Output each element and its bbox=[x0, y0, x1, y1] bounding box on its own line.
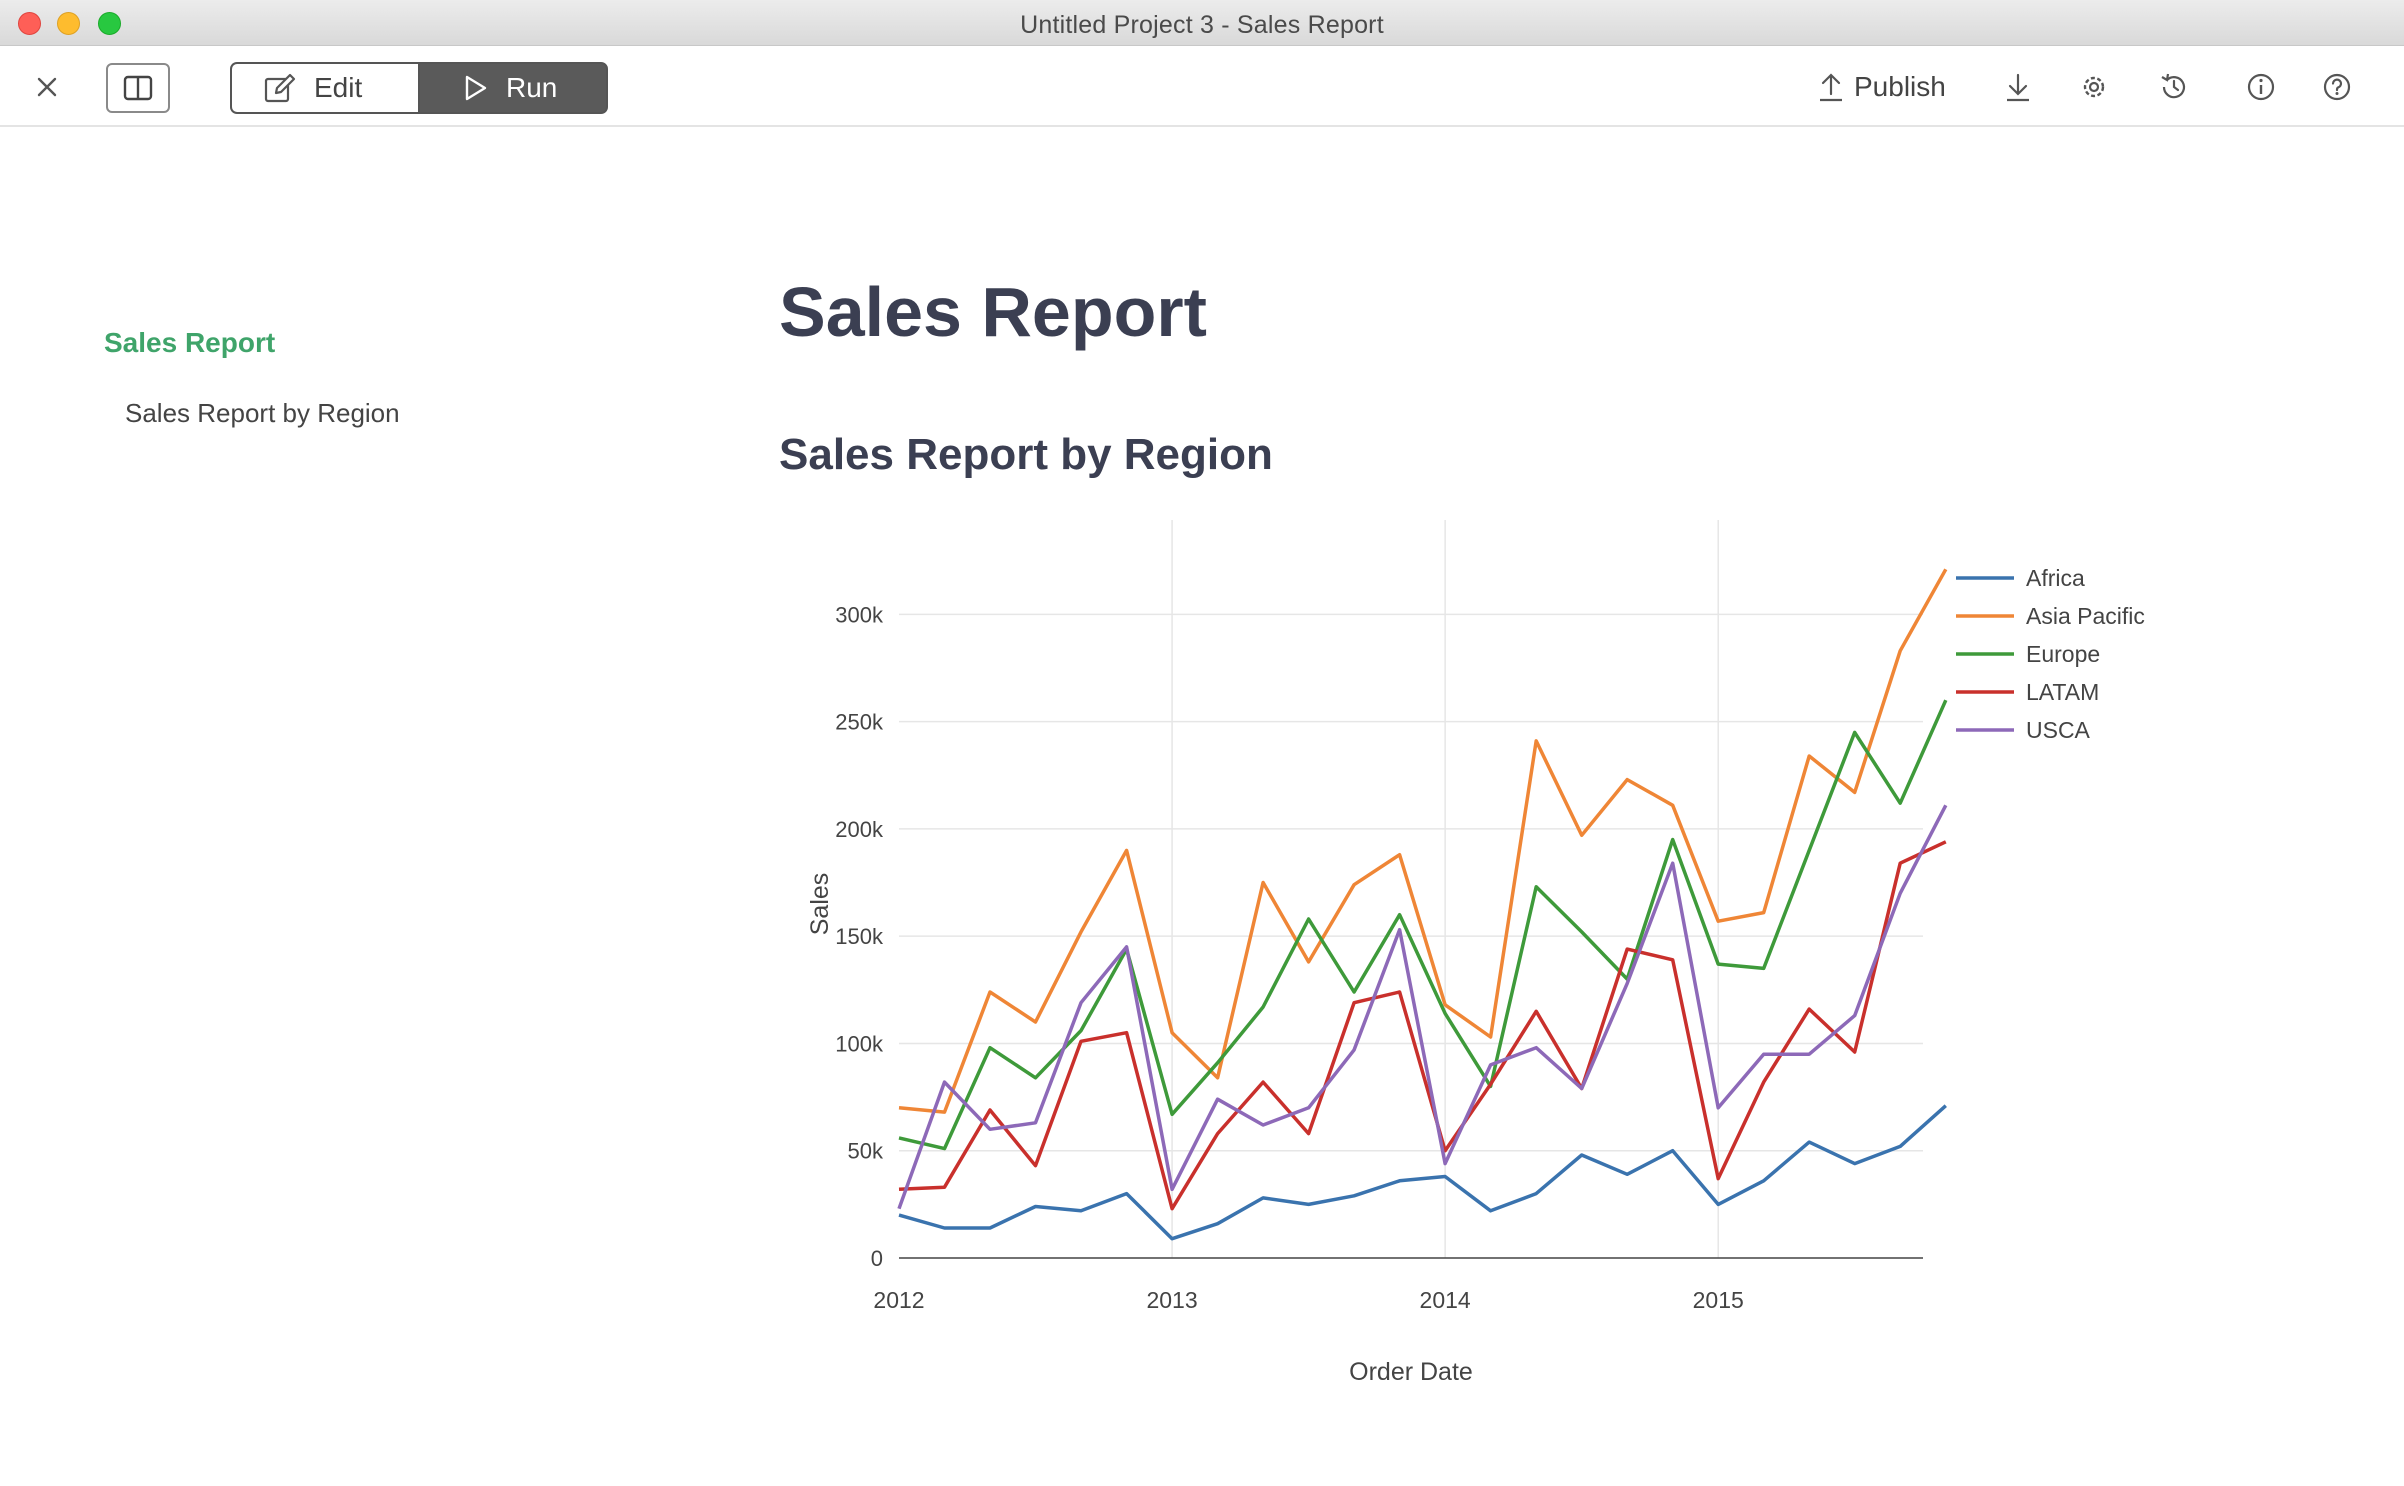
download-button[interactable] bbox=[1997, 66, 2039, 108]
close-icon bbox=[37, 77, 57, 97]
window-titlebar: Untitled Project 3 - Sales Report bbox=[0, 0, 2404, 46]
history-icon bbox=[2161, 73, 2186, 99]
y-tick-label: 300k bbox=[835, 602, 884, 627]
legend-label: LATAM bbox=[2026, 679, 2099, 705]
legend-label: Asia Pacific bbox=[2026, 603, 2145, 629]
legend-label: Africa bbox=[2026, 565, 2085, 591]
page-title: Sales Report bbox=[779, 273, 1207, 351]
help-icon bbox=[2323, 73, 2351, 101]
toolbar: Edit Run Publish bbox=[0, 46, 2404, 127]
info-icon bbox=[2247, 73, 2275, 101]
y-tick-label: 250k bbox=[835, 710, 884, 735]
x-tick-label: 2014 bbox=[1420, 1287, 1471, 1313]
y-tick-label: 150k bbox=[835, 924, 884, 949]
toggle-sidebar-button[interactable] bbox=[106, 63, 170, 113]
play-icon bbox=[465, 75, 487, 101]
y-tick-label: 100k bbox=[835, 1031, 884, 1056]
info-button[interactable] bbox=[2240, 66, 2282, 108]
series-line-africa bbox=[898, 1104, 1947, 1241]
window-title: Untitled Project 3 - Sales Report bbox=[1020, 11, 1384, 39]
download-icon bbox=[2007, 73, 2029, 102]
y-tick-label: 50k bbox=[848, 1139, 884, 1164]
toc-title[interactable]: Sales Report bbox=[104, 327, 275, 359]
run-mode-button[interactable]: Run bbox=[418, 62, 608, 114]
series-line-latam bbox=[898, 840, 1947, 1211]
x-tick-label: 2015 bbox=[1693, 1287, 1744, 1313]
help-button[interactable] bbox=[2316, 66, 2358, 108]
section-title: Sales Report by Region bbox=[779, 430, 1273, 479]
legend-label: USCA bbox=[2026, 717, 2091, 743]
x-axis-label: Order Date bbox=[1349, 1358, 1473, 1386]
y-tick-label: 200k bbox=[835, 817, 884, 842]
publish-label: Publish bbox=[1854, 71, 1946, 102]
publish-button[interactable]: Publish bbox=[1818, 66, 1946, 108]
series-line-asia-pacific bbox=[898, 568, 1948, 1114]
x-tick-label: 2013 bbox=[1146, 1287, 1197, 1313]
sales-by-region-line-chart: 0 50k 100k 150k 200k 250k 300k 2012 2013 2014 2015… bbox=[806, 520, 2145, 1386]
y-tick-label: 0 bbox=[871, 1246, 883, 1271]
toc-item-sales-report-by-region[interactable]: Sales Report by Region bbox=[125, 398, 400, 429]
pencil-icon bbox=[264, 73, 296, 103]
x-tick-label: 2012 bbox=[873, 1287, 924, 1313]
edit-label: Edit bbox=[314, 72, 363, 103]
upload-icon bbox=[1820, 73, 1842, 102]
settings-button[interactable] bbox=[2073, 66, 2115, 108]
close-button[interactable] bbox=[26, 66, 68, 108]
y-axis-label: Sales bbox=[806, 873, 834, 936]
gear-icon bbox=[2083, 76, 2105, 98]
edit-mode-button[interactable]: Edit bbox=[230, 62, 420, 114]
legend-label: Europe bbox=[2026, 641, 2100, 667]
run-label: Run bbox=[506, 72, 558, 103]
series-line-usca bbox=[897, 804, 1948, 1210]
history-button[interactable] bbox=[2153, 66, 2195, 108]
split-view-icon bbox=[123, 75, 153, 101]
